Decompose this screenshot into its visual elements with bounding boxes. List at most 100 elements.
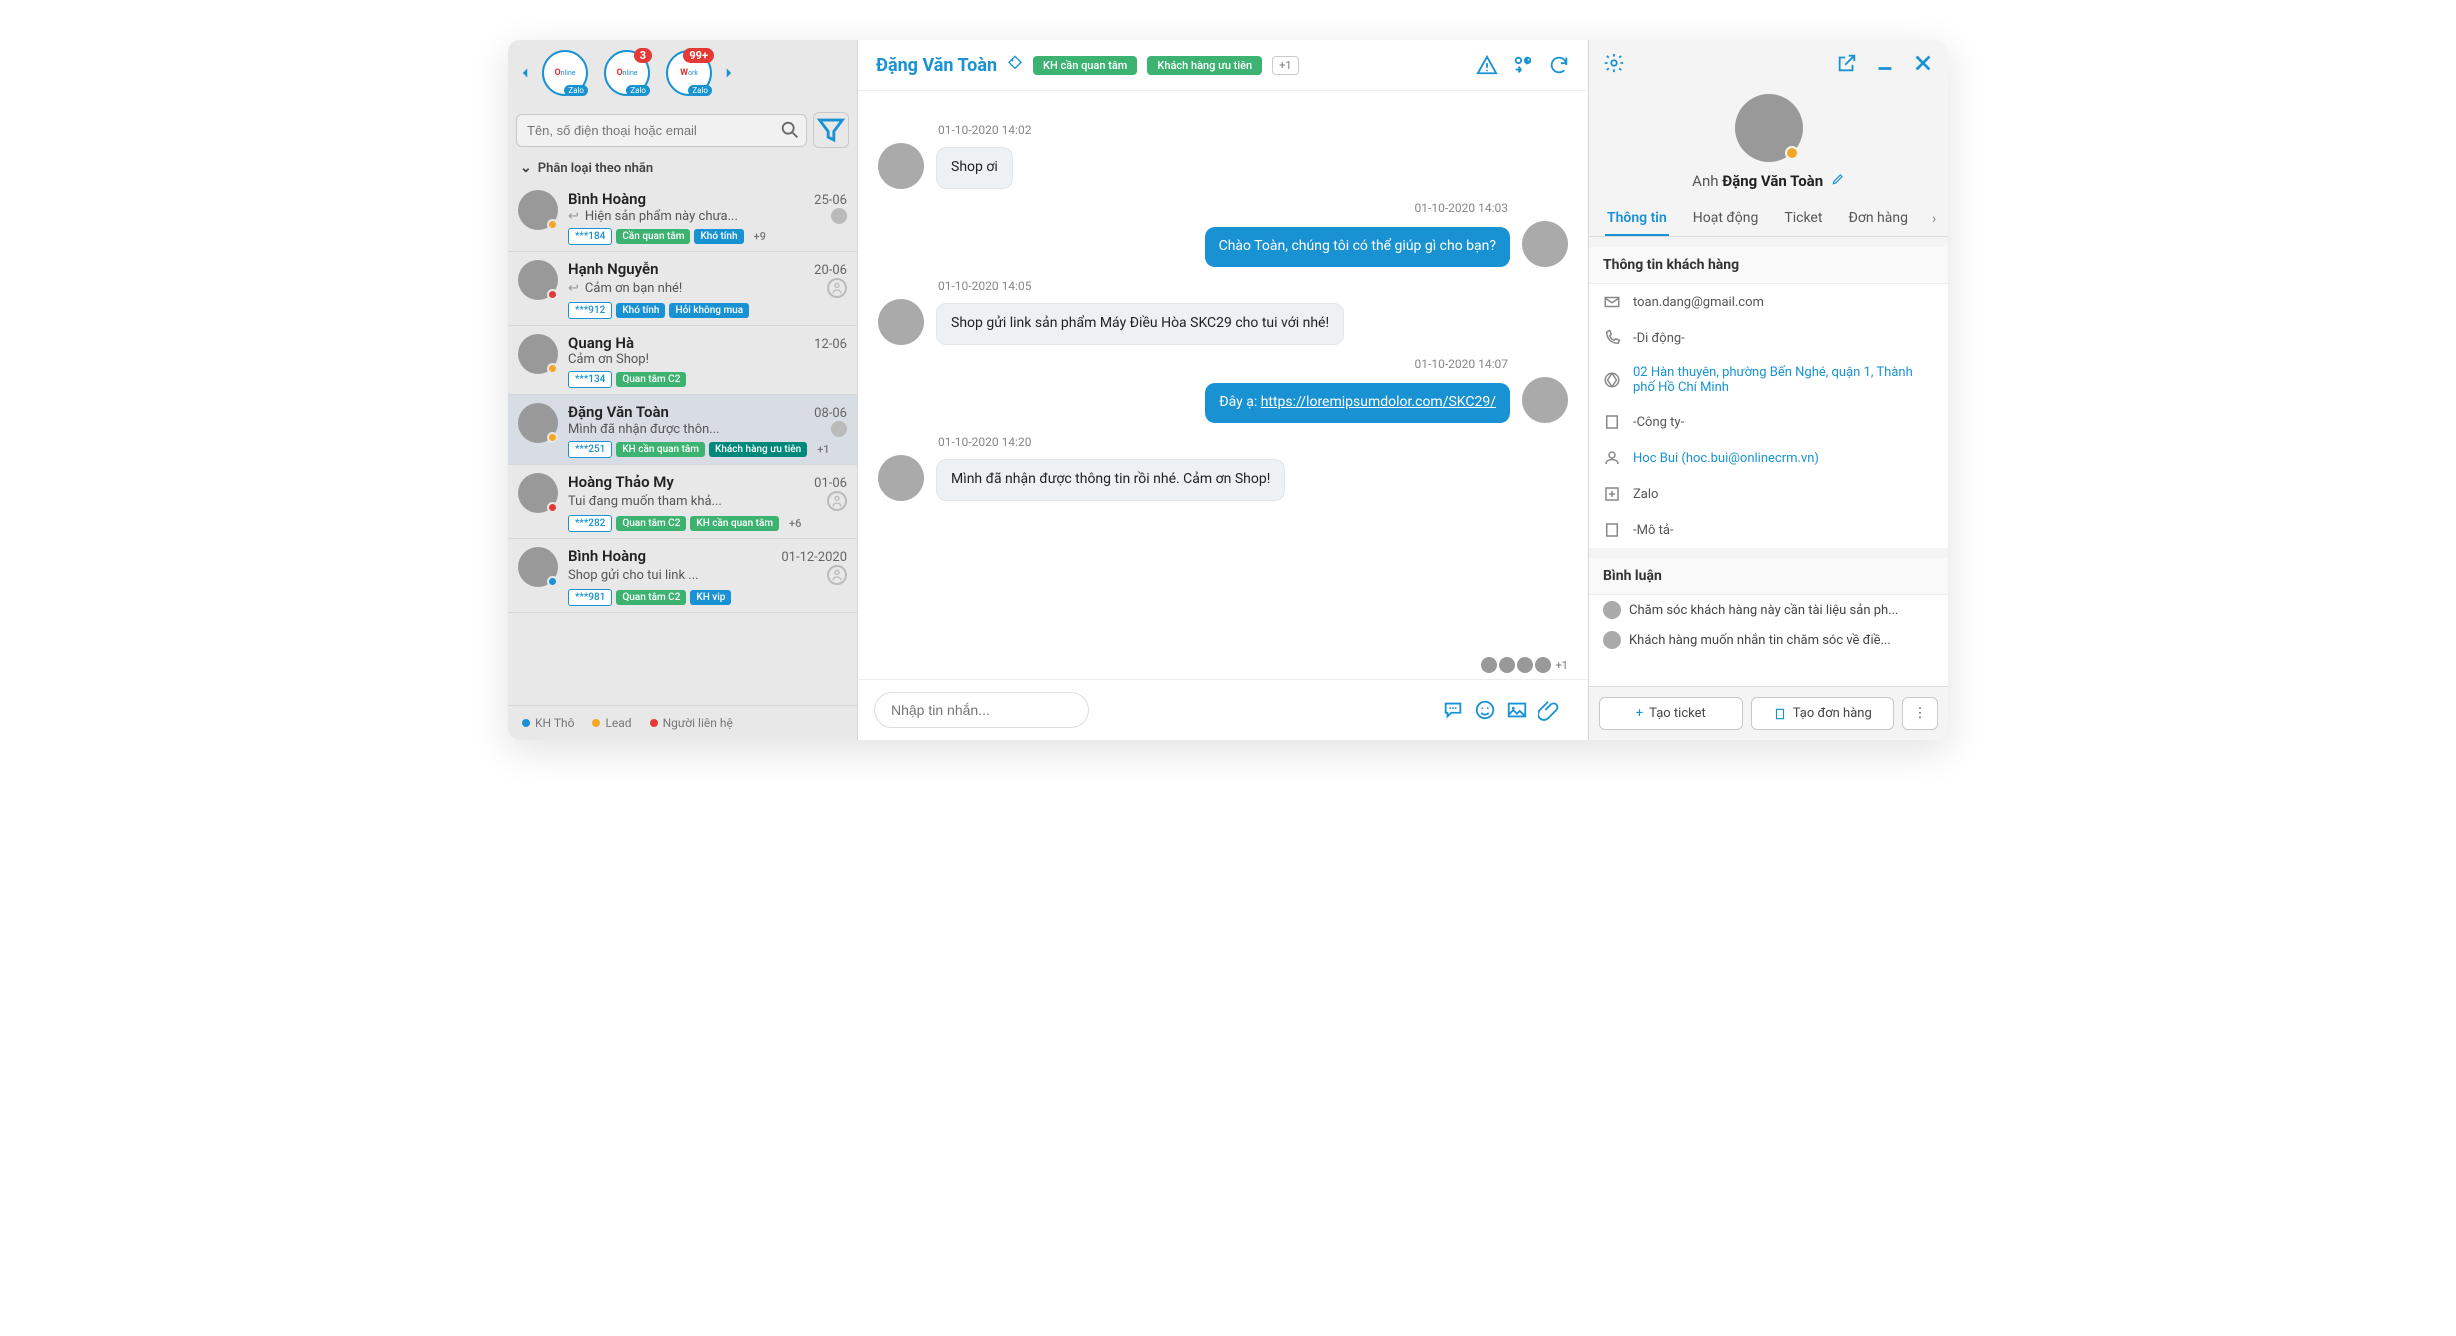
quick-reply-button[interactable] <box>1442 699 1464 721</box>
next-account[interactable] <box>720 64 738 82</box>
account-item[interactable]: OnlineZalo3 <box>604 50 650 96</box>
tag-code[interactable]: ***912 <box>568 302 612 319</box>
info-phone[interactable]: -Di động- <box>1589 320 1948 356</box>
tag[interactable]: Hỏi không mua <box>669 303 749 318</box>
tag-code[interactable]: ***134 <box>568 371 612 388</box>
legend: KH ThôLeadNgười liên hệ <box>508 705 857 740</box>
filter-button[interactable] <box>813 112 849 148</box>
info-owner[interactable]: Hoc Bui (hoc.bui@onlinecrm.vn) <box>1589 440 1948 476</box>
conv-preview: Hiện sản phẩm này chưa... <box>585 209 825 224</box>
search-icon <box>779 119 801 141</box>
classify-toggle[interactable]: Phân loại theo nhãn <box>508 154 857 182</box>
message-bubble[interactable]: Chào Toàn, chúng tôi có thể giúp gì cho … <box>1205 227 1510 267</box>
header-pill[interactable]: Khách hàng ưu tiên <box>1147 56 1262 75</box>
message-timestamp: 01-10-2020 14:03 <box>878 201 1508 215</box>
comment-item[interactable]: Khách hàng muốn nhắn tin chăm sóc về điề… <box>1589 625 1948 655</box>
create-ticket-button[interactable]: +Tạo ticket <box>1599 697 1743 730</box>
info-company[interactable]: -Công ty- <box>1589 404 1948 440</box>
message-bubble[interactable]: Mình đã nhận được thông tin rồi nhé. Cảm… <box>936 459 1285 501</box>
panel-header <box>1589 40 1948 86</box>
tag-code[interactable]: ***251 <box>568 441 612 458</box>
comment-item[interactable]: Chăm sóc khách hàng này cần tài liệu sản… <box>1589 595 1948 625</box>
tag[interactable]: Quan tâm C2 <box>616 516 686 531</box>
create-order-button[interactable]: Tạo đơn hàng <box>1751 697 1895 730</box>
emoji-button[interactable] <box>1474 699 1496 721</box>
header-pill[interactable]: KH cần quan tâm <box>1033 56 1137 75</box>
account-item[interactable]: OnlineZalo <box>542 50 588 96</box>
conversation-item[interactable]: Bình Hoàng01-12-2020 Shop gửi cho tui li… <box>508 539 857 613</box>
conversation-item[interactable]: Hoàng Thảo My01-06 Tui đang muốn tham kh… <box>508 465 857 539</box>
account-item[interactable]: WorkZalo99+ <box>666 50 712 96</box>
tag[interactable]: Khó tính <box>616 303 665 318</box>
message-input[interactable] <box>874 692 1089 728</box>
panel-tab[interactable]: Đơn hàng <box>1846 202 1910 236</box>
conv-preview: Shop gửi cho tui link ... <box>568 568 821 583</box>
conversation-item[interactable]: Quang Hà12-06 Cảm ơn Shop! ***134Quan tâ… <box>508 326 857 395</box>
conversation-item[interactable]: Đặng Văn Toàn08-06 Mình đã nhận được thô… <box>508 395 857 465</box>
panel-tab[interactable]: Thông tin <box>1605 202 1669 236</box>
profile-avatar[interactable] <box>1735 94 1803 162</box>
info-source[interactable]: Zalo <box>1589 476 1948 512</box>
chat-header: Đặng Văn Toàn KH cần quan tâm Khách hàng… <box>858 40 1588 91</box>
avatar <box>518 190 558 230</box>
message-link[interactable]: https://loremipsumdolor.com/SKC29/ <box>1261 394 1496 410</box>
tag[interactable]: Khách hàng ưu tiên <box>709 442 807 457</box>
refresh-button[interactable] <box>1548 54 1570 76</box>
smile-icon <box>1474 699 1496 721</box>
info-email[interactable]: toan.dang@gmail.com <box>1589 284 1948 320</box>
more-tags[interactable]: +9 <box>748 228 772 245</box>
tag[interactable]: KH cần quan tâm <box>616 442 705 457</box>
conversation-item[interactable]: Bình Hoàng25-06 ↩Hiện sản phẩm này chưa.… <box>508 182 857 252</box>
conversation-item[interactable]: Hạnh Nguyễn20-06 ↩Cảm ơn bạn nhé! ***912… <box>508 252 857 326</box>
header-more-tags[interactable]: +1 <box>1272 56 1298 75</box>
tag[interactable]: Cần quan tâm <box>616 229 690 244</box>
transfer-button[interactable] <box>1512 54 1534 76</box>
more-actions-button[interactable]: ⋮ <box>1902 697 1938 730</box>
search-input[interactable] <box>516 114 807 147</box>
settings-button[interactable] <box>1603 52 1625 74</box>
message-row: Shop gửi link sản phẩm Máy Điều Hòa SKC2… <box>878 299 1568 345</box>
panel-tab[interactable]: Hoạt động <box>1691 202 1761 236</box>
source-icon <box>1603 485 1621 503</box>
message-avatar <box>1522 221 1568 267</box>
more-tags[interactable]: +6 <box>783 515 807 532</box>
attach-button[interactable] <box>1538 699 1560 721</box>
panel-tab[interactable]: Ticket <box>1782 202 1824 236</box>
info-address[interactable]: 02 Hàn thuyên, phường Bến Nghé, quận 1, … <box>1589 356 1948 404</box>
warning-button[interactable] <box>1476 54 1498 76</box>
chat-bubble-icon <box>1442 699 1464 721</box>
assign-icon[interactable] <box>827 565 847 585</box>
image-button[interactable] <box>1506 699 1528 721</box>
info-desc[interactable]: -Mô tả- <box>1589 512 1948 548</box>
message-row: Đây ạ: https://loremipsumdolor.com/SKC29… <box>878 377 1568 423</box>
tag[interactable]: KH vip <box>690 590 731 605</box>
tag-code[interactable]: ***282 <box>568 515 612 532</box>
tag[interactable]: Khó tính <box>694 229 743 244</box>
seen-indicator: +1 <box>858 651 1588 679</box>
search-button[interactable] <box>779 119 801 141</box>
tag-code[interactable]: ***981 <box>568 589 612 606</box>
tabs-next[interactable]: › <box>1932 211 1936 227</box>
panel-actions: +Tạo ticket Tạo đơn hàng ⋮ <box>1589 686 1948 740</box>
edit-name-button[interactable] <box>1831 174 1845 190</box>
minimize-button[interactable] <box>1874 52 1896 74</box>
message-bubble[interactable]: Đây ạ: https://loremipsumdolor.com/SKC29… <box>1205 383 1510 423</box>
conv-name: Bình Hoàng <box>568 190 646 208</box>
tag-icon[interactable] <box>1007 55 1023 75</box>
prev-account[interactable] <box>516 64 534 82</box>
assign-icon[interactable] <box>827 491 847 511</box>
tag[interactable]: Quan tâm C2 <box>616 372 686 387</box>
people-swap-icon <box>1512 54 1534 76</box>
conv-time: 01-12-2020 <box>781 550 847 565</box>
more-tags[interactable]: +1 <box>811 441 835 458</box>
tag[interactable]: KH cần quan tâm <box>690 516 779 531</box>
popout-button[interactable] <box>1836 52 1858 74</box>
message-bubble[interactable]: Shop gửi link sản phẩm Máy Điều Hòa SKC2… <box>936 303 1344 345</box>
message-bubble[interactable]: Shop ơi <box>936 147 1013 189</box>
close-button[interactable] <box>1912 52 1934 74</box>
chat-contact-name[interactable]: Đặng Văn Toàn <box>876 55 997 76</box>
chat-body[interactable]: 01-10-2020 14:02Shop ơi01-10-2020 14:03C… <box>858 91 1588 651</box>
assign-icon[interactable] <box>827 278 847 298</box>
tag-code[interactable]: ***184 <box>568 228 612 245</box>
tag[interactable]: Quan tâm C2 <box>616 590 686 605</box>
